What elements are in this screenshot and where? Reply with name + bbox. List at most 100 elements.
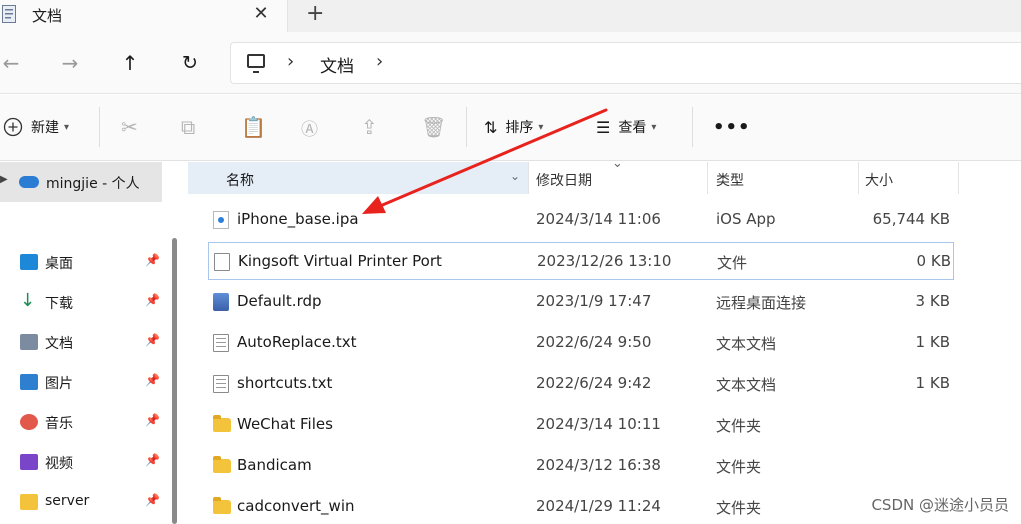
- refresh-icon[interactable]: ↻: [175, 48, 205, 78]
- file-name: WeChat Files: [237, 415, 333, 433]
- cut-icon[interactable]: ✂: [121, 115, 138, 139]
- share-icon[interactable]: ⇪: [361, 115, 378, 139]
- rename-icon[interactable]: Ⓐ: [301, 115, 318, 140]
- sidebar-item[interactable]: 视频 📌: [0, 446, 168, 480]
- column-date-label: 修改日期: [536, 173, 592, 189]
- file-row[interactable]: iPhone_base.ipa 2024/3/14 11:06 iOS App 65,…: [208, 201, 954, 239]
- file-type: iOS App: [716, 210, 776, 228]
- file-type: 文本文档: [716, 376, 777, 394]
- column-size-label: 大小: [865, 173, 893, 189]
- column-type-label: 类型: [716, 173, 744, 189]
- file-date: 2024/3/14 11:06: [536, 210, 661, 228]
- sidebar-item[interactable]: 图片 📌: [0, 366, 168, 400]
- file-row[interactable]: shortcuts.txt 2022/6/24 9:42 文本文档 1 KB: [208, 365, 954, 403]
- file-icon: [214, 253, 230, 271]
- file-row[interactable]: Default.rdp 2023/1/9 17:47 远程桌面连接 3 KB: [208, 283, 954, 321]
- downloads-icon: ↓: [20, 290, 36, 311]
- delete-icon[interactable]: 🗑: [421, 115, 446, 139]
- sort-icon: ⇅: [484, 117, 498, 137]
- sidebar-item[interactable]: 音乐 📌: [0, 406, 168, 440]
- address-bar[interactable]: › 文档 ›: [230, 42, 1021, 84]
- sort-button[interactable]: ⇅ 排序 ▾: [484, 115, 543, 139]
- more-options-icon[interactable]: •••: [713, 115, 751, 139]
- column-divider[interactable]: [528, 162, 529, 194]
- column-divider[interactable]: [958, 162, 959, 194]
- file-type: 文件: [717, 254, 748, 272]
- file-type: 文件夹: [716, 499, 762, 517]
- chevron-down-icon: ▾: [538, 121, 544, 133]
- copy-icon[interactable]: ⧉: [181, 115, 195, 139]
- file-date: 2022/6/24 9:50: [536, 333, 652, 351]
- chevron-right-icon[interactable]: ›: [376, 51, 383, 72]
- new-button[interactable]: 新建 ▾: [3, 115, 69, 139]
- folder-icon: [213, 497, 231, 514]
- file-date: 2023/12/26 13:10: [537, 252, 672, 270]
- sidebar-item[interactable]: 文档 📌: [0, 326, 168, 360]
- file-type: 文件夹: [716, 458, 762, 476]
- pin-icon[interactable]: 📌: [145, 373, 160, 387]
- file-name: Default.rdp: [237, 292, 322, 310]
- view-list-icon: ☰: [596, 117, 611, 137]
- column-header-size[interactable]: 大小: [865, 162, 955, 194]
- chevron-right-icon[interactable]: ▶: [0, 174, 8, 185]
- sidebar-item[interactable]: ↓ 下载 📌: [0, 286, 168, 320]
- sidebar-item-label: 图片: [45, 376, 73, 392]
- file-row[interactable]: Bandicam 2024/3/12 16:38 文件夹: [208, 447, 954, 485]
- pin-icon[interactable]: 📌: [145, 253, 160, 267]
- videos-icon: [20, 454, 38, 470]
- chevron-down-icon: ▾: [64, 121, 70, 133]
- close-tab-icon[interactable]: ✕: [252, 3, 270, 24]
- paste-icon[interactable]: 📋: [241, 115, 266, 139]
- column-name-label: 名称: [226, 173, 254, 189]
- new-tab-icon[interactable]: +: [306, 1, 324, 26]
- file-date: 2024/3/14 10:11: [536, 415, 661, 433]
- file-row[interactable]: AutoReplace.txt 2022/6/24 9:50 文本文档 1 KB: [208, 324, 954, 362]
- onedrive-cloud-icon: [19, 176, 39, 188]
- pin-icon[interactable]: 📌: [145, 413, 160, 427]
- folder-icon: [213, 456, 231, 473]
- chevron-down-icon[interactable]: ⌄: [510, 169, 520, 183]
- pin-icon[interactable]: 📌: [145, 493, 160, 507]
- column-header-type[interactable]: 类型: [716, 162, 856, 194]
- pin-icon[interactable]: 📌: [145, 453, 160, 467]
- column-header-date[interactable]: 修改日期: [536, 162, 706, 194]
- chevron-right-icon[interactable]: ›: [287, 51, 294, 72]
- chevron-down-icon: ▾: [651, 121, 657, 133]
- pictures-icon: [20, 374, 38, 390]
- forward-arrow-icon[interactable]: →: [55, 48, 85, 78]
- file-size: 0 KB: [916, 252, 951, 270]
- file-row[interactable]: cadconvert_win 2024/1/29 11:24 文件夹: [208, 488, 954, 524]
- tab-title: 文档: [32, 7, 63, 25]
- column-divider[interactable]: [858, 162, 859, 194]
- tab-documents[interactable]: 文档 ✕: [0, 0, 288, 32]
- sidebar-scrollbar[interactable]: [172, 238, 177, 524]
- column-header-name[interactable]: 名称 ⌄: [188, 162, 528, 194]
- sidebar-item-label: 文档: [45, 336, 73, 352]
- toolbar-divider: [466, 107, 467, 147]
- file-row[interactable]: WeChat Files 2024/3/14 10:11 文件夹: [208, 406, 954, 444]
- sidebar-item[interactable]: 桌面 📌: [0, 246, 168, 280]
- up-arrow-icon[interactable]: ↑: [115, 48, 145, 78]
- pin-icon[interactable]: 📌: [145, 293, 160, 307]
- view-button[interactable]: ☰ 查看 ▾: [596, 115, 656, 139]
- command-bar: 新建 ▾ ✂ ⧉ 📋 Ⓐ ⇪ 🗑 ⇅ 排序 ▾ ☰ 查看 ▾ •••: [0, 95, 1021, 161]
- column-divider[interactable]: [707, 162, 708, 194]
- file-type: 远程桌面连接: [716, 294, 807, 312]
- music-icon: [20, 414, 38, 430]
- file-type: 文本文档: [716, 335, 777, 353]
- sidebar-item-label: 音乐: [45, 416, 73, 432]
- toolbar-divider: [692, 107, 693, 147]
- address-row: ← → ↑ ↻ › 文档 ›: [0, 32, 1021, 94]
- sidebar-item-onedrive[interactable]: ▶ mingjie - 个人: [0, 162, 162, 202]
- sidebar-item-label: 桌面: [45, 256, 73, 272]
- file-date: 2024/3/12 16:38: [536, 456, 661, 474]
- file-date: 2023/1/9 17:47: [536, 292, 652, 310]
- file-row[interactable]: Kingsoft Virtual Printer Port 2023/12/26 …: [208, 242, 954, 280]
- pin-icon[interactable]: 📌: [145, 333, 160, 347]
- back-arrow-icon[interactable]: ←: [0, 48, 26, 78]
- toolbar-divider: [99, 107, 100, 147]
- breadcrumb-documents[interactable]: 文档: [320, 52, 354, 77]
- this-pc-icon[interactable]: [247, 54, 265, 73]
- sidebar-item[interactable]: server 📌: [0, 486, 168, 520]
- new-label: 新建: [31, 120, 59, 136]
